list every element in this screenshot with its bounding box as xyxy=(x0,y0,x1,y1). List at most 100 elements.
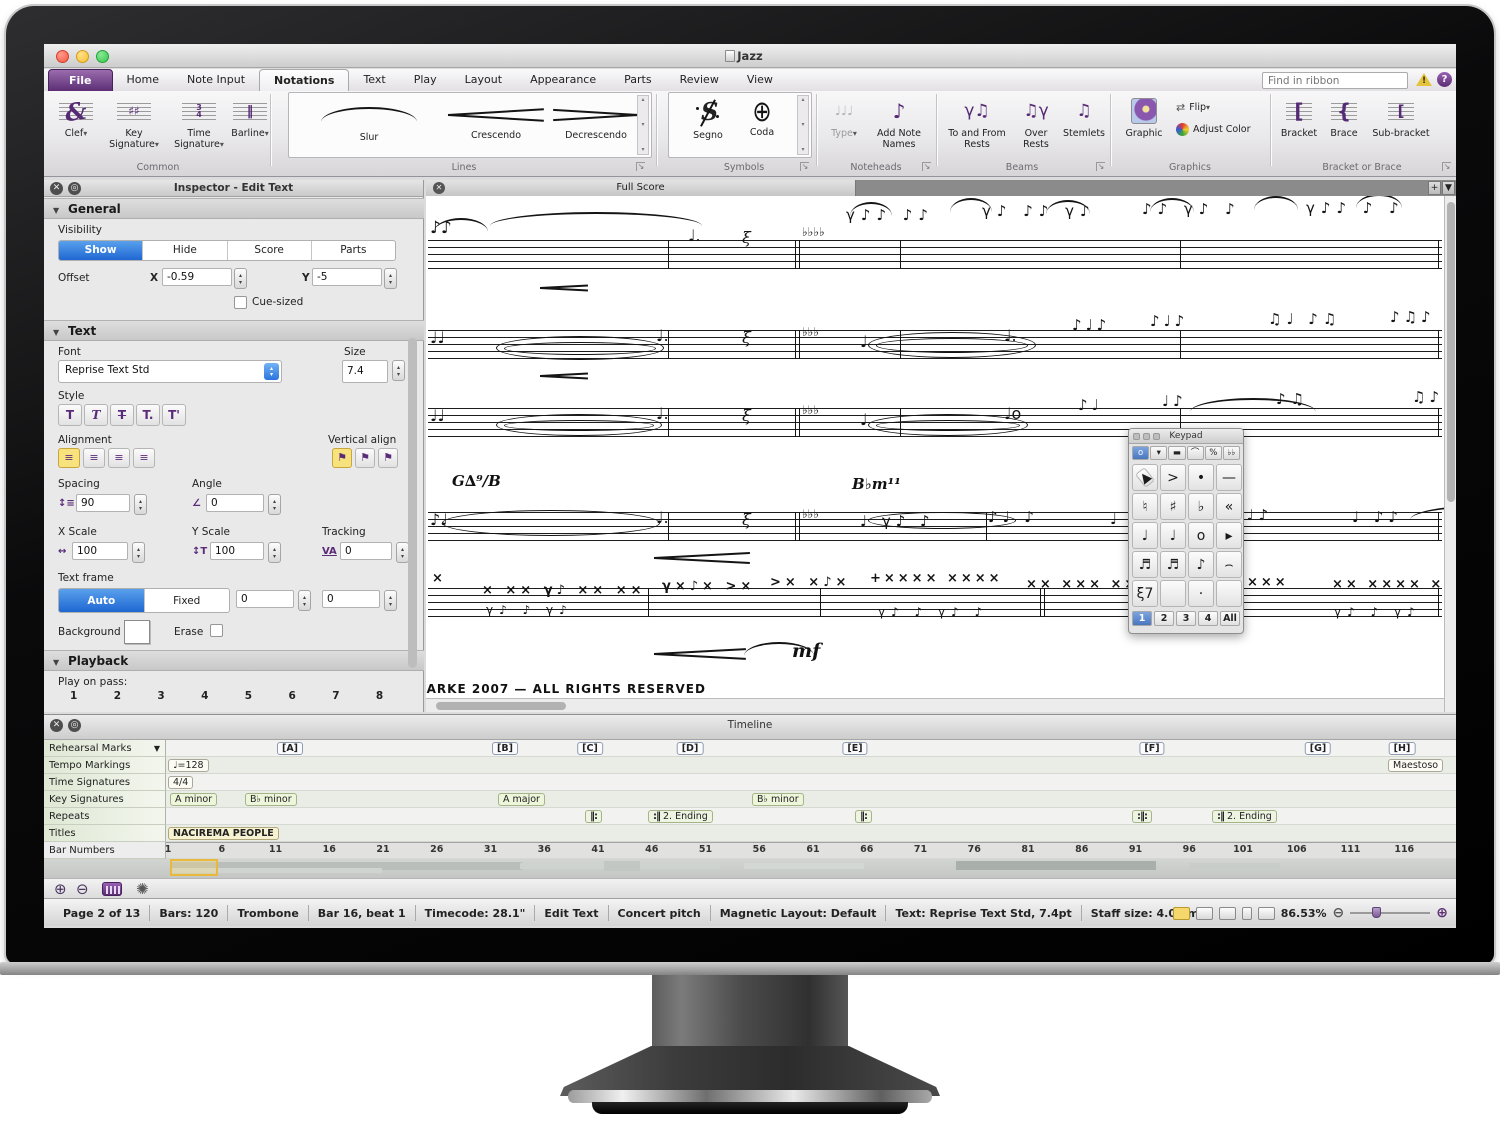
repeat-marker[interactable]: :‖2. Ending xyxy=(1212,810,1277,823)
keypad-cell-16[interactable]: ⌢ xyxy=(1216,551,1242,578)
textframe-height-input[interactable]: 0 xyxy=(322,590,380,608)
keypad-cell-15[interactable]: ♪ xyxy=(1188,551,1214,578)
rehearsal-mark[interactable]: [H] xyxy=(1389,742,1416,755)
timeline-title[interactable]: Timeline xyxy=(44,715,1456,740)
versions-view-icon[interactable] xyxy=(1258,907,1275,920)
window-titlebar[interactable]: Jazz xyxy=(44,44,1456,68)
rehearsal-mark[interactable]: [E] xyxy=(842,742,867,755)
align-center-icon[interactable]: ≡ xyxy=(83,448,105,468)
timeline-row-label-titles[interactable]: Titles xyxy=(44,825,166,842)
timeline-navigator[interactable] xyxy=(44,859,1456,879)
timeline-row-label-tempo-markings[interactable]: Tempo Markings xyxy=(44,757,166,774)
flip-button[interactable]: ⇄ Flip xyxy=(1176,101,1210,114)
background-color-well[interactable] xyxy=(124,620,150,644)
scroll-thumb[interactable] xyxy=(436,702,566,710)
keypad-cell-18[interactable] xyxy=(1160,580,1186,607)
keypad-cell-5[interactable]: ♮ xyxy=(1132,493,1158,520)
pass-number-3[interactable]: 3 xyxy=(157,690,164,702)
keypad-cell-13[interactable]: ♬ xyxy=(1132,551,1158,578)
settings-gear-icon[interactable]: ✺ xyxy=(136,880,149,898)
time-signature-marker[interactable]: 4/4 xyxy=(168,776,193,789)
pass-number-1[interactable]: 1 xyxy=(70,690,77,702)
visibility-parts-button[interactable]: Parts xyxy=(312,241,395,260)
valign-top-icon[interactable]: ⚑ xyxy=(332,448,352,468)
timeline-row-label-repeats[interactable]: Repeats xyxy=(44,808,166,825)
offset-y-input[interactable]: -5 xyxy=(312,268,382,286)
ribbon-tab-home[interactable]: Home xyxy=(113,69,173,91)
ribbon-tab-view[interactable]: View xyxy=(733,69,787,91)
help-icon[interactable]: ? xyxy=(1437,72,1452,87)
panorama-view-icon[interactable] xyxy=(1173,907,1190,920)
align-left-icon[interactable]: ≡ xyxy=(58,448,80,468)
keypad-tab-6[interactable]: ♭♭ xyxy=(1223,446,1240,460)
bracket-dialog-launcher[interactable]: ↘ xyxy=(1442,162,1451,171)
zoom-slider-knob[interactable] xyxy=(1372,907,1381,918)
font-combo[interactable]: Reprise Text Std▴▾ xyxy=(58,360,282,383)
keypad-page-2[interactable]: 2 xyxy=(1154,611,1174,626)
xscale-input[interactable]: 100 xyxy=(72,542,128,560)
angle-stepper[interactable] xyxy=(268,494,281,515)
title-marker[interactable]: NACIREMA PEOPLE xyxy=(168,827,279,840)
style-italic-button[interactable]: T xyxy=(84,404,108,426)
tracking-input[interactable]: 0 xyxy=(340,542,392,560)
repeat-marker[interactable]: ‖: xyxy=(585,810,602,823)
ribbon-tab-file[interactable]: File xyxy=(48,69,113,91)
ribbon-tab-text[interactable]: Text xyxy=(349,69,399,91)
portrait-view-icon[interactable] xyxy=(1242,907,1252,920)
textframe-width-stepper[interactable] xyxy=(298,590,311,611)
rehearsal-mark[interactable]: [A] xyxy=(277,742,303,755)
time-signature-button[interactable]: 34 Time Signature xyxy=(168,94,230,150)
key-signature-button[interactable]: ♯♯ Key Signature xyxy=(102,94,166,150)
timeline-row-label-rehearsal-marks[interactable]: Rehearsal Marks▼ xyxy=(44,740,166,757)
chord-symbol[interactable]: B♭m¹¹ xyxy=(852,475,901,493)
style-strike-button[interactable]: T xyxy=(110,404,134,426)
slur-button[interactable]: Slur xyxy=(299,99,439,143)
chord-symbol[interactable]: G∆⁹/B xyxy=(452,472,501,490)
inspector-pin-button[interactable]: ◎ xyxy=(68,182,81,195)
rehearsal-mark[interactable]: [G] xyxy=(1305,742,1331,755)
keypad-cell-19[interactable]: · xyxy=(1188,580,1214,607)
bracket-button[interactable]: [ Bracket xyxy=(1276,94,1322,139)
textframe-fixed-button[interactable]: Fixed xyxy=(145,589,230,612)
tab-full-score[interactable]: ✕ Full Score xyxy=(426,180,856,196)
sub-bracket-button[interactable]: [ Sub-bracket xyxy=(1366,94,1436,139)
beams-to-from-rests-button[interactable]: γ♫ To and From Rests xyxy=(942,94,1012,150)
zoom-in-button[interactable]: ⊕ xyxy=(1436,905,1448,921)
key-signature-marker[interactable]: A major xyxy=(498,793,545,806)
tab-filter-button[interactable]: ▼ xyxy=(1442,181,1455,195)
keypad-cell-11[interactable]: o xyxy=(1188,522,1214,549)
segno-button[interactable]: S Segno xyxy=(683,97,733,141)
zoom-window-button[interactable] xyxy=(96,50,109,63)
stemlets-button[interactable]: ♫ Stemlets xyxy=(1060,94,1108,139)
ribbon-tab-review[interactable]: Review xyxy=(666,69,733,91)
timeline-row-label-time-signatures[interactable]: Time Signatures xyxy=(44,774,166,791)
keypad-page-4[interactable]: 4 xyxy=(1198,611,1218,626)
timeline-pin-button[interactable]: ◎ xyxy=(68,719,81,732)
new-tab-button[interactable]: + xyxy=(1428,181,1441,195)
lines-dialog-launcher[interactable]: ↘ xyxy=(636,162,645,171)
notehead-type-button[interactable]: ♩♩♩ Type xyxy=(822,94,866,139)
warning-icon[interactable]: ! xyxy=(1416,73,1432,86)
gallery-scrollbar[interactable]: ▴▾▾ xyxy=(637,95,649,155)
adjust-color-button[interactable]: Adjust Color xyxy=(1176,123,1251,136)
minimize-window-button[interactable] xyxy=(76,50,89,63)
keypad-cell-4[interactable]: — xyxy=(1216,464,1242,491)
gallery-scrollbar[interactable]: ▴▾▾ xyxy=(797,95,809,155)
score-horizontal-scrollbar[interactable] xyxy=(426,698,1444,712)
pass-number-4[interactable]: 4 xyxy=(201,690,208,702)
textframe-width-input[interactable]: 0 xyxy=(236,590,294,608)
style-subscript-button[interactable]: T. xyxy=(136,404,160,426)
rehearsal-mark[interactable]: [D] xyxy=(677,742,704,755)
keypad-page-1[interactable]: 1 xyxy=(1132,611,1152,626)
close-window-button[interactable] xyxy=(56,50,69,63)
keypad-cell-1[interactable]: ▲ xyxy=(1132,464,1158,491)
tempo-marking[interactable]: Maestoso xyxy=(1388,759,1443,772)
ribbon-tab-play[interactable]: Play xyxy=(400,69,451,91)
clef-button[interactable]: & Clef xyxy=(52,94,100,139)
cue-sized-checkbox[interactable] xyxy=(234,296,247,309)
keypad-cell-7[interactable]: ♭ xyxy=(1188,493,1214,520)
find-in-ribbon-input[interactable] xyxy=(1262,72,1408,89)
tempo-marking[interactable]: ♩=128 xyxy=(168,759,209,772)
key-signature-marker[interactable]: A minor xyxy=(170,793,217,806)
key-signature-marker[interactable]: B♭ minor xyxy=(752,793,804,806)
